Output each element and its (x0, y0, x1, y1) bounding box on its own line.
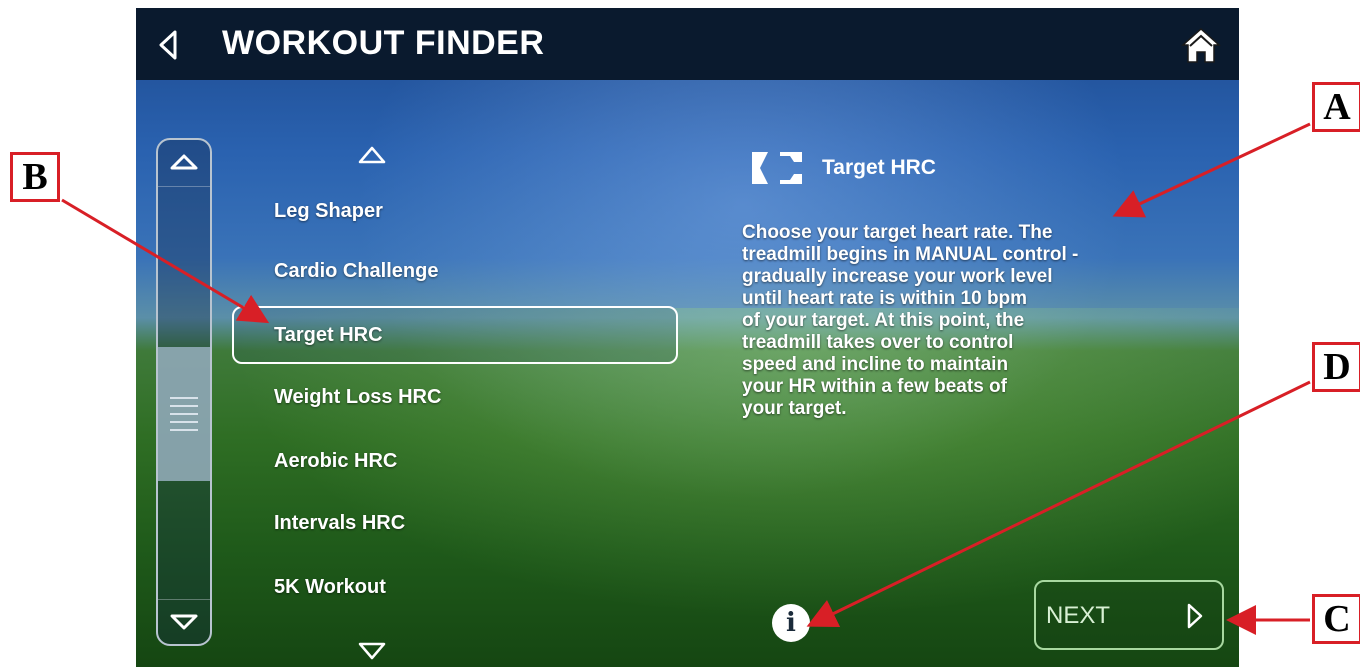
list-down-button[interactable] (356, 640, 388, 662)
list-up-button[interactable] (356, 144, 388, 166)
next-button[interactable]: NEXT (1034, 580, 1224, 650)
chevron-right-icon (1187, 603, 1203, 629)
top-bar: WORKOUT FINDER (136, 8, 1239, 80)
workout-item-weight-loss-hrc[interactable]: Weight Loss HRC (232, 368, 678, 426)
description-line: until heart rate is within 10 bpm (742, 288, 1028, 309)
workout-item-intervals-hrc[interactable]: Intervals HRC (232, 494, 678, 552)
grip-line (170, 429, 198, 431)
callout-label-c: C (1312, 594, 1360, 644)
chevron-up-icon (170, 154, 198, 170)
callout-label-a: A (1312, 82, 1360, 132)
info-icon: i (786, 608, 796, 638)
description-line: gradually increase your work level (742, 266, 1053, 287)
grip-line (170, 421, 198, 423)
chevron-down-icon (170, 614, 198, 630)
scrollbar-thumb[interactable] (158, 347, 210, 481)
scroll-down-button[interactable] (158, 599, 210, 644)
description-line: your HR within a few beats of (742, 376, 1007, 397)
home-button[interactable] (1181, 26, 1221, 64)
treadmill-screen: WORKOUT FINDER Leg Shaper Cardio Challen… (136, 8, 1239, 667)
workout-item-5k-workout[interactable]: 5K Workout (232, 558, 678, 616)
description-line: Choose your target heart rate. The (742, 222, 1053, 243)
info-button[interactable]: i (772, 604, 810, 642)
home-icon (1181, 27, 1221, 63)
chevron-down-icon (358, 642, 386, 660)
next-button-label: NEXT (1046, 602, 1111, 629)
back-chevron-icon (159, 30, 177, 60)
workout-item-leg-shaper[interactable]: Leg Shaper (232, 182, 678, 240)
grip-line (170, 413, 198, 415)
workout-item-aerobic-hrc[interactable]: Aerobic HRC (232, 432, 678, 490)
grip-line (170, 405, 198, 407)
back-button[interactable] (154, 28, 184, 62)
description-line: of your target. At this point, the (742, 310, 1025, 331)
callout-label-d: D (1312, 342, 1360, 392)
scroll-up-button[interactable] (158, 140, 210, 187)
callout-label-b: B (10, 152, 60, 202)
page-title: WORKOUT FINDER (222, 24, 545, 62)
description-line: treadmill begins in MANUAL control - (742, 244, 1079, 265)
detail-title: Target HRC (822, 156, 936, 179)
list-scrollbar[interactable] (156, 138, 212, 646)
workout-item-cardio-challenge[interactable]: Cardio Challenge (232, 242, 678, 300)
description-line: treadmill takes over to control (742, 332, 1014, 353)
grip-line (170, 397, 198, 399)
description-line: your target. (742, 398, 847, 419)
target-hrc-icon (750, 148, 804, 188)
chevron-up-icon (358, 146, 386, 164)
workout-item-target-hrc[interactable]: Target HRC (232, 306, 678, 364)
description-line: speed and incline to maintain (742, 354, 1009, 375)
